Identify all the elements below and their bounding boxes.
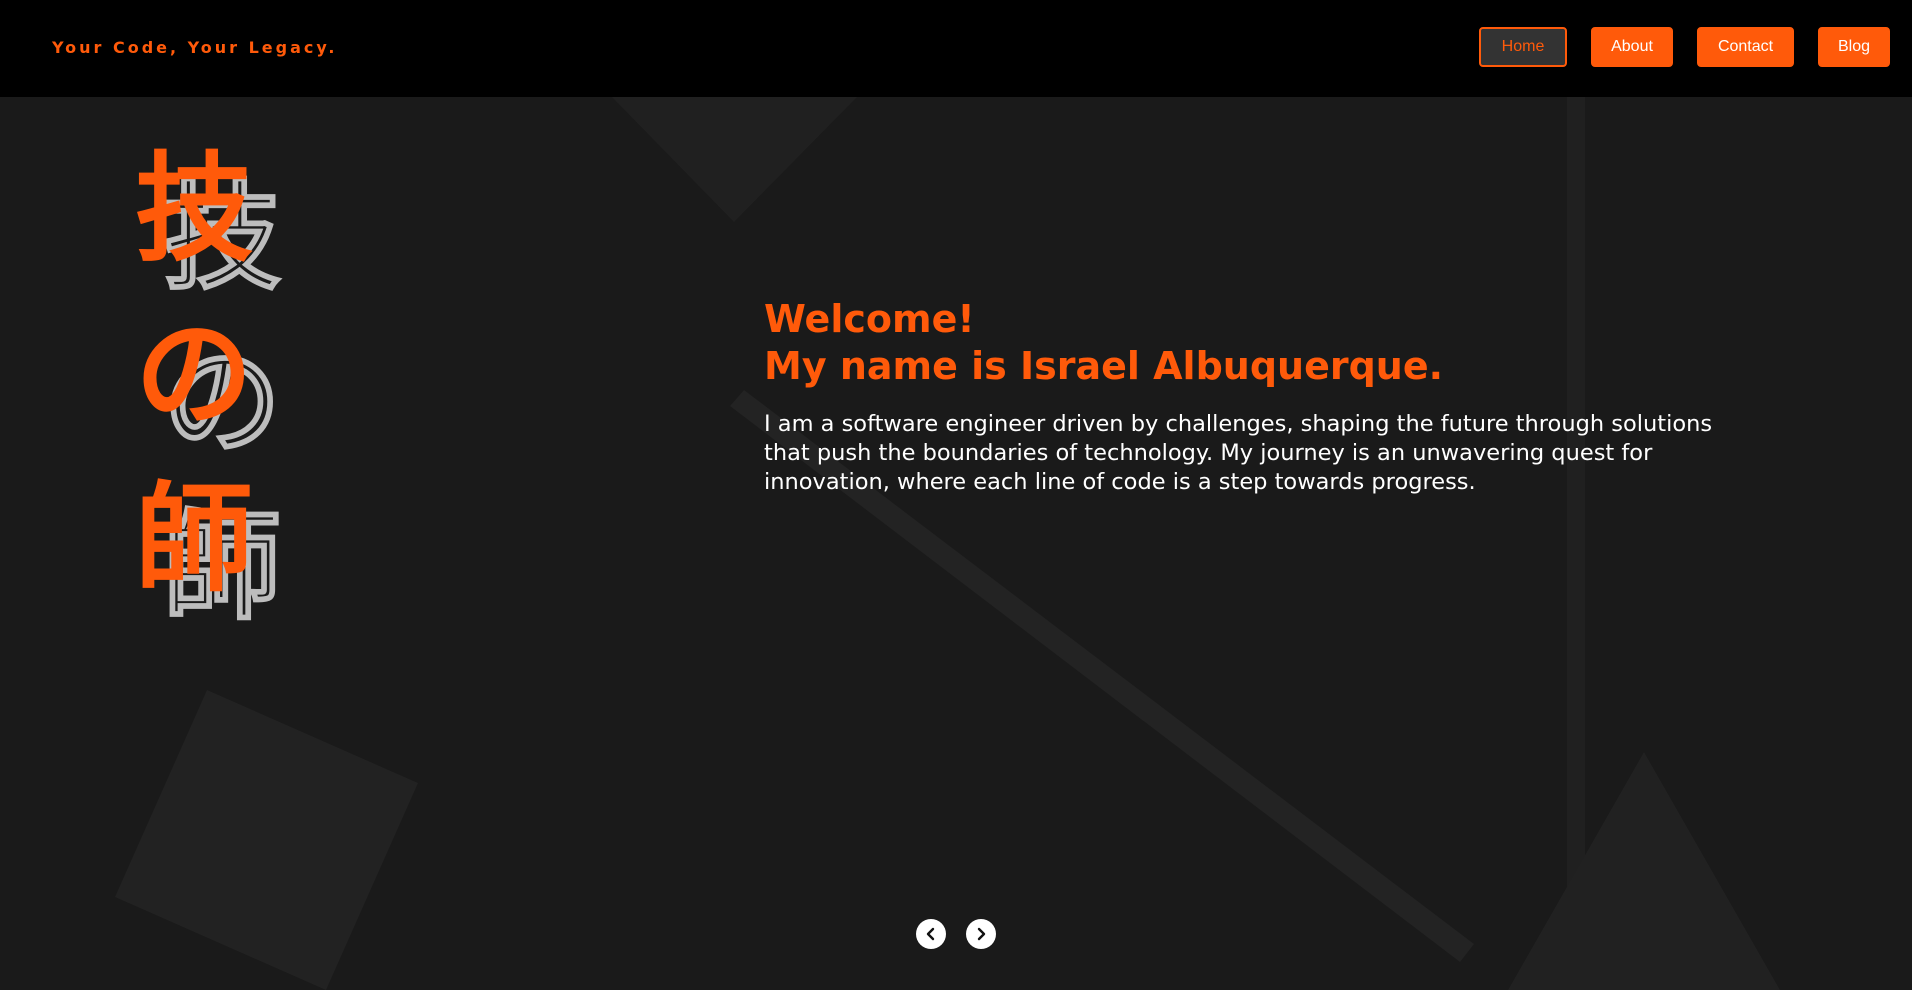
nav-contact-button[interactable]: Contact — [1697, 27, 1794, 67]
chevron-right-icon — [977, 927, 986, 941]
nav-blog-button[interactable]: Blog — [1818, 27, 1890, 67]
chevron-left-icon — [926, 927, 935, 941]
carousel-prev-button[interactable] — [916, 919, 946, 949]
nav-about-button[interactable]: About — [1591, 27, 1673, 67]
carousel-controls — [916, 919, 996, 949]
kanji-technique-fill: 技 — [135, 140, 254, 278]
page: Your Code, Your Legacy. Home About Conta… — [0, 0, 1912, 990]
kanji-no: の の — [135, 315, 285, 480]
nav-home-button[interactable]: Home — [1479, 27, 1567, 67]
kanji-technique: 技 技 — [135, 150, 285, 315]
top-navbar: Your Code, Your Legacy. Home About Conta… — [0, 0, 1912, 97]
bg-triangle-top — [612, 97, 857, 222]
site-tagline[interactable]: Your Code, Your Legacy. — [52, 38, 337, 57]
kanji-column: 技 技 の の 師 師 — [135, 150, 305, 645]
carousel-next-button[interactable] — [966, 919, 996, 949]
kanji-no-fill: の — [135, 305, 254, 443]
welcome-line: Welcome! — [764, 297, 975, 341]
intro-paragraph: I am a software engineer driven by chall… — [764, 411, 1713, 495]
kanji-master-fill: 師 — [135, 470, 254, 608]
hero-content: Welcome! My name is Israel Albuquerque. … — [764, 296, 1754, 520]
bg-square-tilted — [115, 690, 418, 990]
kanji-master: 師 師 — [135, 480, 285, 645]
name-line: My name is Israel Albuquerque. — [764, 344, 1444, 388]
main-nav: Home About Contact Blog — [1479, 27, 1890, 67]
hero-heading: Welcome! My name is Israel Albuquerque. — [764, 296, 1754, 390]
bg-triangle-bottom — [1508, 752, 1780, 990]
